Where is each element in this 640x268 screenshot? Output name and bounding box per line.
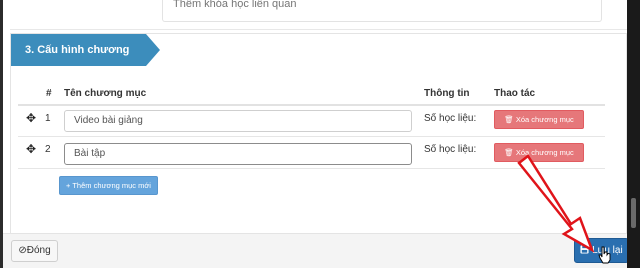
ban-icon: ⊘ — [18, 245, 27, 256]
material-count-label: Số học liệu: — [424, 113, 477, 124]
section-divider — [10, 29, 627, 30]
move-arrows-icon[interactable]: ✥ — [24, 142, 38, 156]
delete-chapter-button[interactable]: 🗑 Xóa chương mục — [494, 143, 584, 162]
modal-footer — [3, 233, 627, 268]
chapter-name-input[interactable]: Video bài giảng — [64, 110, 412, 132]
close-button-label: Đóng — [26, 245, 51, 256]
delete-chapter-label: Xóa chương mục — [515, 148, 574, 157]
column-header-info: Thông tin — [424, 88, 470, 99]
section-title: 3. Cấu hình chương mục — [11, 34, 160, 88]
trash-icon: 🗑 — [504, 148, 514, 157]
floppy-disk-icon — [580, 245, 589, 254]
save-button[interactable]: Lưu lại — [574, 238, 629, 263]
trash-icon: 🗑 — [504, 115, 514, 124]
row-divider — [18, 136, 605, 137]
chapter-name-input[interactable]: Bài tập — [64, 143, 412, 165]
row-index: 1 — [45, 113, 51, 124]
scrollbar-thumb[interactable] — [631, 198, 636, 228]
column-header-name: Tên chương mục — [64, 88, 147, 99]
move-arrows-icon[interactable]: ✥ — [24, 111, 38, 125]
table-header-divider — [18, 104, 605, 106]
delete-chapter-label: Xóa chương mục — [515, 115, 574, 124]
row-index: 2 — [45, 144, 51, 155]
row-divider — [18, 168, 605, 169]
column-header-actions: Thao tác — [494, 88, 536, 99]
save-button-label: Lưu lại — [592, 245, 623, 256]
window-frame-left — [0, 0, 3, 268]
related-courses-input[interactable] — [162, 0, 602, 22]
material-count-label: Số học liệu: — [424, 144, 477, 155]
column-header-index: # — [46, 88, 52, 99]
close-button[interactable]: ⊘Đóng — [11, 240, 58, 262]
delete-chapter-button[interactable]: 🗑 Xóa chương mục — [494, 110, 584, 129]
add-chapter-button[interactable]: + Thêm chương mục mới — [59, 176, 158, 195]
